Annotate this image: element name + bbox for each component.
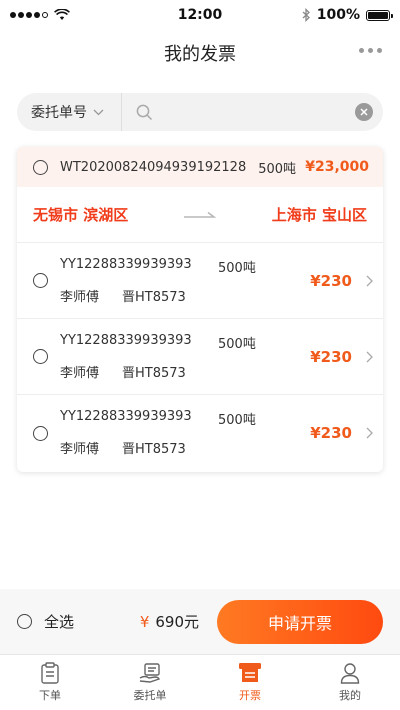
apply-invoice-button[interactable]: 申请开票 [217,599,383,644]
action-bar: 全选 ¥ 690元 申请开票 [0,589,400,654]
item-row-top: YY12288339939393 500吨 [60,257,256,276]
item-plate: 晋HT8573 [122,442,186,457]
item-row-bottom: 李师傅 晋HT8573 [60,438,256,457]
bluetooth-icon [302,8,310,22]
tab-label: 委托单 [133,689,167,702]
item-plate: 晋HT8573 [122,289,186,305]
item-radio[interactable] [33,349,48,364]
item-plate: 晋HT8573 [122,365,186,381]
clipboard-icon [41,662,59,684]
item-weight: 500吨 [218,336,256,352]
search-field [122,93,383,131]
user-icon [340,663,360,684]
route-arrow [128,210,272,220]
chevron-right-icon[interactable] [366,351,373,363]
item-amount: ¥230 [310,424,352,442]
item-radio[interactable] [33,273,48,288]
item-amount: ¥230 [310,347,352,366]
tab-order[interactable]: 下单 [0,655,100,710]
arrow-right-icon [184,211,216,218]
battery-percent: 100% [316,7,360,23]
page-title: 我的发票 [164,44,236,65]
item-amount: ¥230 [310,271,352,290]
tab-entrust[interactable]: 委托单 [100,655,200,710]
close-icon [360,108,368,116]
item-info: YY12288339939393 500吨 李师傅 晋HT8573 [60,257,256,305]
waybill-item[interactable]: YY12288339939393 500吨 李师傅 晋HT8573 ¥230 [17,395,383,471]
item-weight: 500吨 [218,260,256,276]
item-info: YY12288339939393 500吨 李师傅 晋HT8573 [60,409,256,457]
nav-bar: 我的发票 [0,30,400,76]
item-driver: 李师傅 [60,365,100,381]
status-left [10,9,70,21]
route: 无锡市 滨湖区 上海市 宝山区 [17,187,383,243]
order-number: WT20200824094939192128 [60,159,247,175]
item-number: YY12288339939393 [60,409,192,424]
wifi-icon [54,9,70,20]
tab-label: 开票 [239,689,261,702]
order-card: WT20200824094939192128 500吨 ¥23,000 无锡市 … [17,147,383,472]
more-icon[interactable] [359,48,382,53]
tab-label: 下单 [39,689,61,702]
select-all-label: 全选 [44,613,75,631]
currency-symbol: ¥ [139,612,150,631]
item-number: YY12288339939393 [60,256,192,272]
tab-mine[interactable]: 我的 [300,655,400,710]
battery-fill [368,11,388,19]
item-driver: 李师傅 [60,289,100,305]
signal-icon [10,12,48,18]
total: ¥ 690元 [140,611,199,632]
search-filter-label: 委托单号 [31,105,87,121]
select-all-radio[interactable] [17,614,32,629]
order-weight: 500吨 [258,161,297,177]
chevron-down-icon [93,109,104,115]
item-radio[interactable] [33,425,48,441]
order-header[interactable]: WT20200824094939192128 500吨 ¥23,000 [17,147,383,187]
route-to: 上海市 宝山区 [271,206,367,224]
search-icon [136,104,153,120]
item-number: YY12288339939393 [60,332,192,348]
status-right: 100% [302,7,393,23]
select-all[interactable]: 全选 [17,611,74,632]
item-row-top: YY12288339939393 500吨 [60,333,256,352]
order-radio[interactable] [33,159,48,175]
waybill-item[interactable]: YY12288339939393 500吨 李师傅 晋HT8573 ¥230 [17,319,383,395]
chevron-right-icon[interactable] [366,275,373,287]
item-driver: 李师傅 [60,442,100,457]
route-from: 无锡市 滨湖区 [33,206,129,224]
tab-label: 我的 [339,689,361,702]
invoice-icon [239,663,261,682]
tab-bar: 下单 委托单 开票 我的 [0,654,400,710]
tab-invoice[interactable]: 开票 [200,655,300,710]
total-amount: 690元 [155,613,199,631]
clear-button[interactable] [355,103,373,121]
order-amount: ¥23,000 [305,159,369,175]
hand-docs-icon [139,663,160,683]
item-row-bottom: 李师傅 晋HT8573 [60,286,256,305]
status-bar: 12:00 100% [0,0,400,30]
chevron-right-icon[interactable] [366,427,373,439]
item-row-top: YY12288339939393 500吨 [60,409,256,428]
item-info: YY12288339939393 500吨 李师傅 晋HT8573 [60,333,256,381]
battery-icon [366,9,393,21]
item-weight: 500吨 [218,413,256,428]
search-bar: 委托单号 [17,93,383,131]
search-input[interactable] [161,104,355,120]
waybill-item[interactable]: YY12288339939393 500吨 李师傅 晋HT8573 ¥230 [17,243,383,319]
search-filter-dropdown[interactable]: 委托单号 [17,93,122,131]
item-row-bottom: 李师傅 晋HT8573 [60,362,256,381]
